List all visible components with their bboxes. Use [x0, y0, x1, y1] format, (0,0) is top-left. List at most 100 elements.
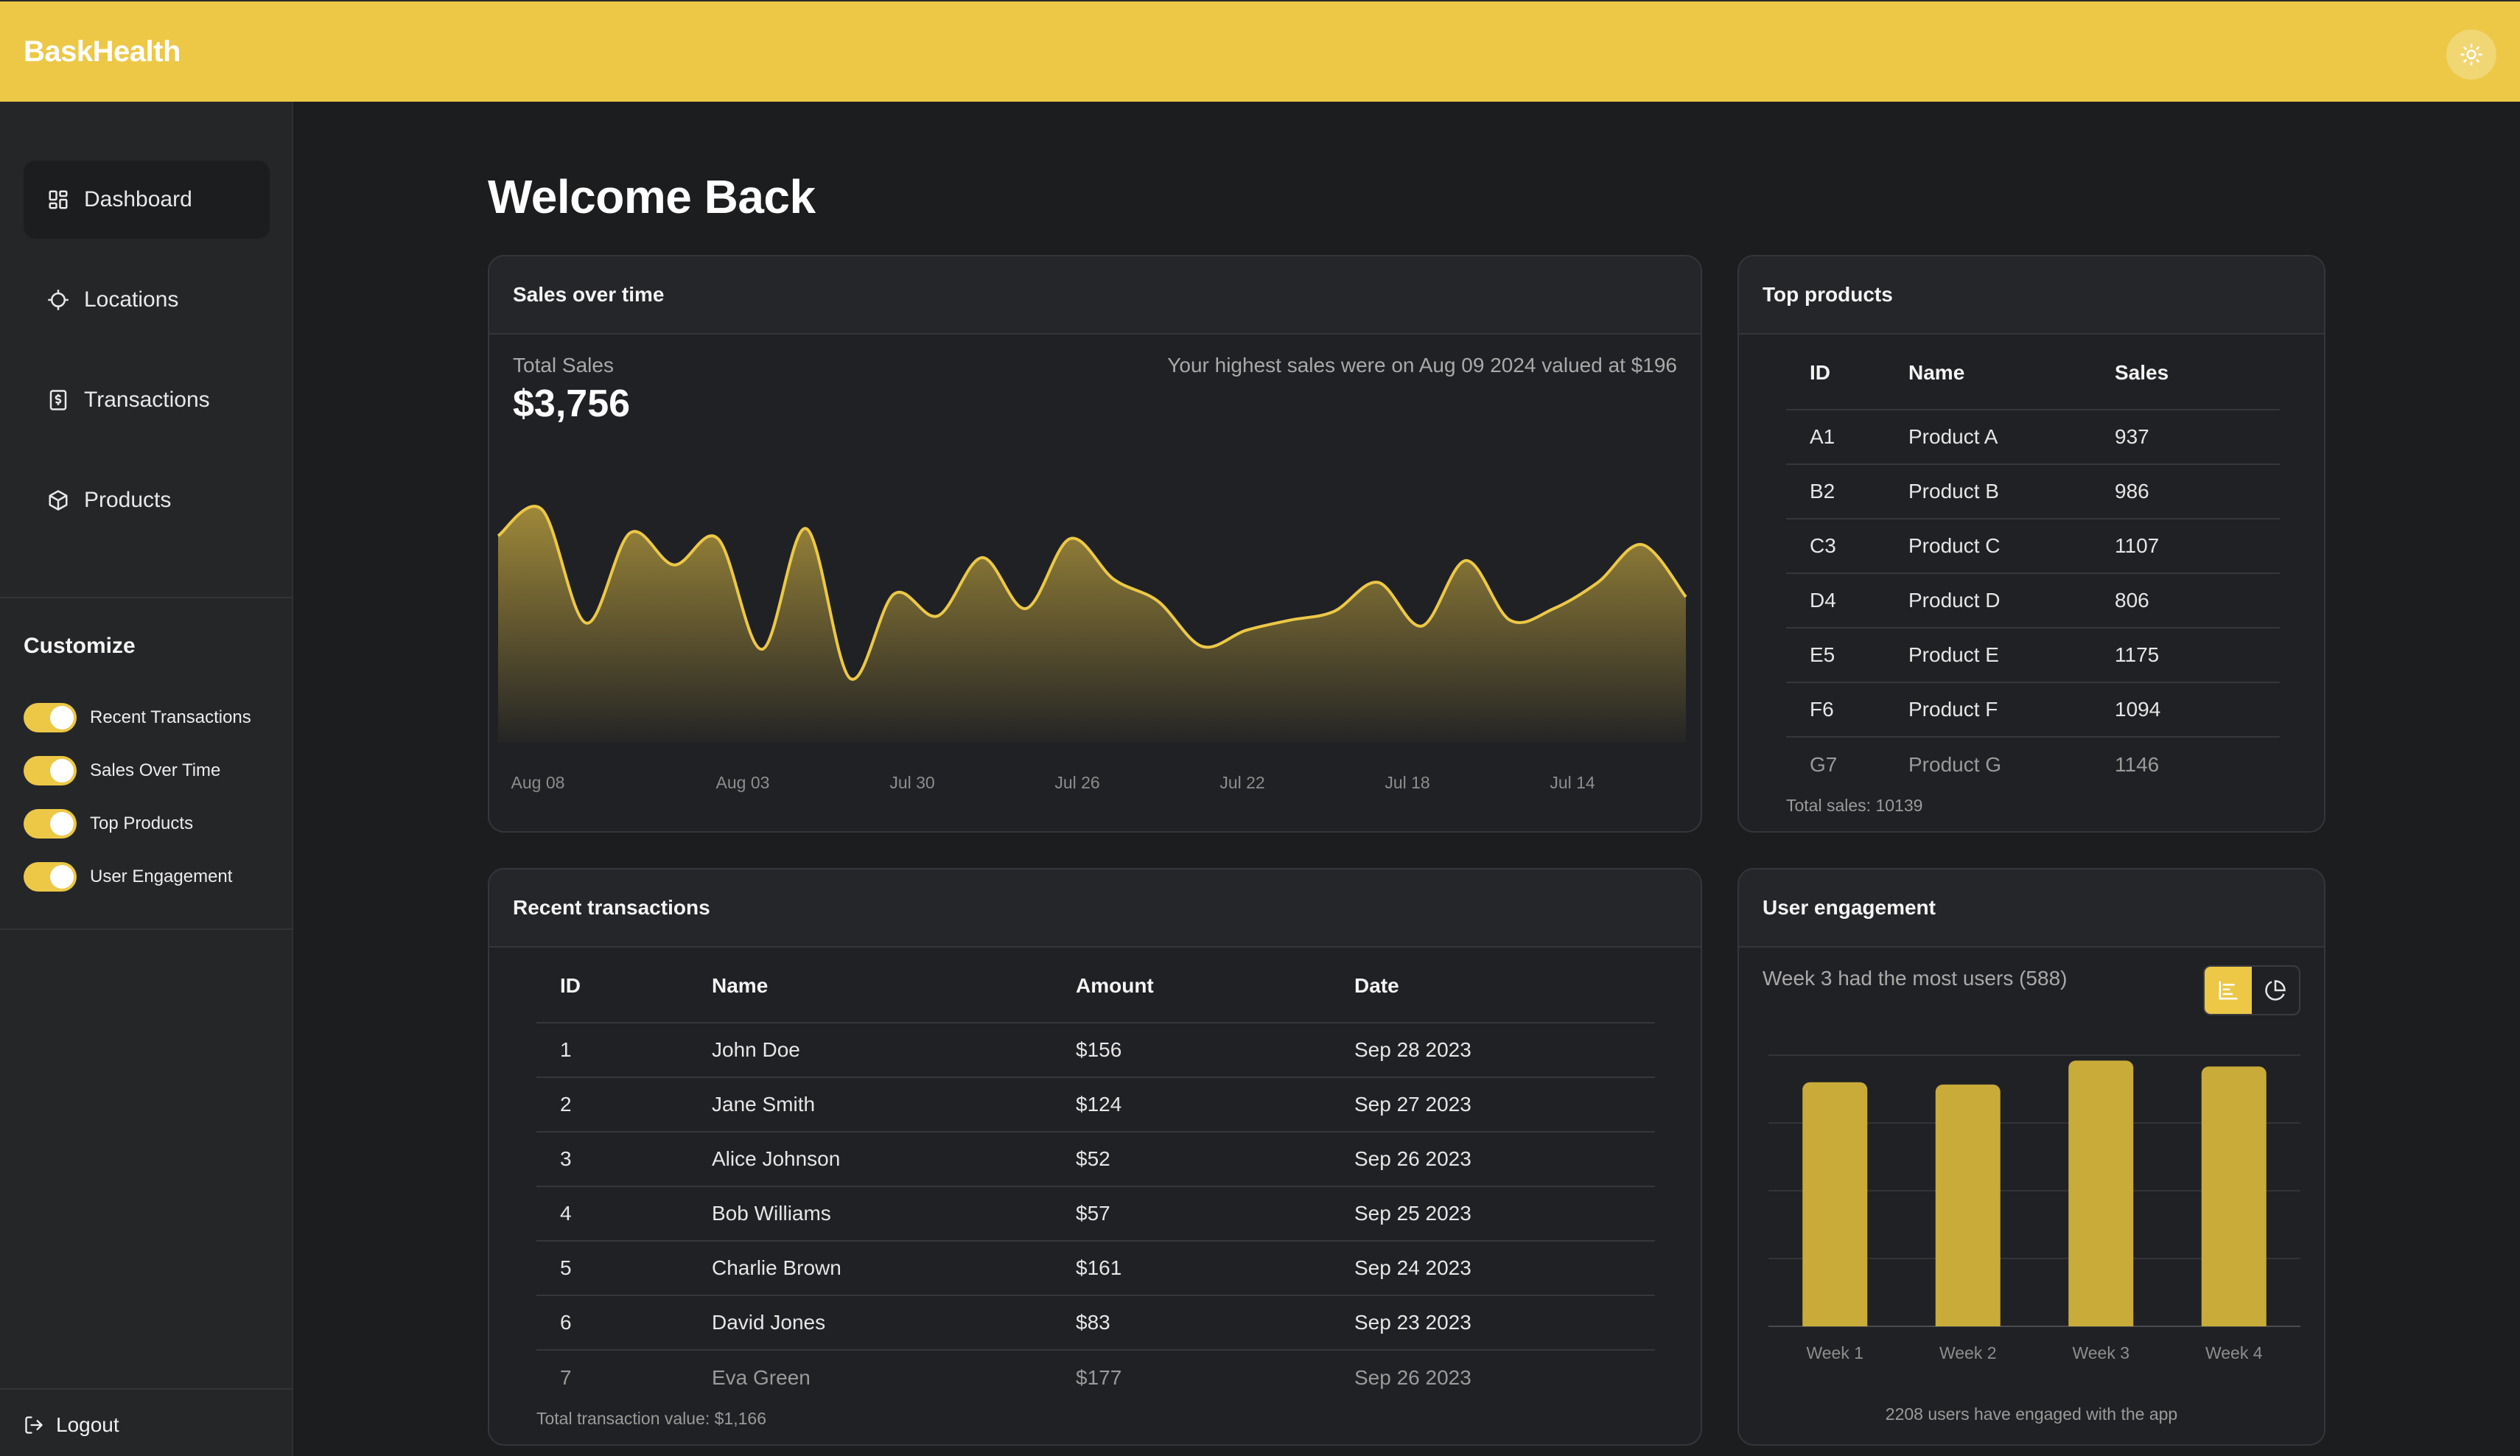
bar-chart-view-button[interactable] — [2205, 967, 2252, 1014]
engagement-bar[interactable] — [1802, 1082, 1868, 1326]
x-tick-label: Jul 18 — [1385, 773, 1429, 792]
brand-logo[interactable]: BaskHealth — [24, 35, 181, 69]
cell-name: Product E — [1908, 628, 2115, 683]
toggle-switch[interactable] — [24, 756, 77, 785]
sidebar-item-transactions[interactable]: Transactions — [24, 361, 270, 439]
toggle-label: Recent Transactions — [90, 707, 251, 727]
sales-area-fill — [498, 506, 1686, 743]
table-header-row: ID Name Amount Date — [536, 949, 1655, 1023]
column-header-name: Name — [1908, 336, 2115, 410]
sales-over-time-card: Sales over time Total Sales $3,756 Your … — [488, 255, 1702, 833]
total-sales-label: Total Sales — [513, 354, 614, 377]
engagement-bar[interactable] — [2201, 1066, 2267, 1326]
recent-transactions-card: Recent transactions ID Name Amount Date … — [488, 868, 1702, 1446]
sidebar-item-products[interactable]: Products — [24, 461, 270, 539]
cell-date: Sep 26 2023 — [1354, 1365, 1471, 1389]
box-icon — [49, 490, 68, 511]
toggle-switch[interactable] — [24, 862, 77, 892]
sidebar-divider — [0, 928, 293, 930]
table-row[interactable]: E5 Product E 1175 — [1786, 628, 2280, 683]
cell-name: David Jones — [712, 1295, 1076, 1351]
chart-view-toggle — [2203, 965, 2300, 1015]
crosshair-icon — [48, 290, 69, 310]
cell-date: Sep 25 2023 — [1354, 1186, 1655, 1242]
cell-date: Sep 26 2023 — [1354, 1132, 1655, 1187]
cell-amount: $83 — [1076, 1295, 1354, 1351]
sidebar-divider — [0, 597, 293, 598]
cell-name: Bob Williams — [712, 1186, 1076, 1242]
user-engagement-bar-chart: Week 1 Week 2 Week 3 Week 4 — [1768, 1054, 2300, 1362]
cell-sales: 806 — [2115, 573, 2280, 629]
x-tick-label: Week 2 — [1939, 1343, 1997, 1362]
bar-chart-icon — [2219, 981, 2238, 1000]
toggle-label: Sales Over Time — [90, 760, 221, 780]
x-tick-label: Aug 08 — [511, 773, 565, 792]
top-products-card: Top products ID Name Sales A1 Product A 93… — [1737, 255, 2325, 833]
sun-icon — [2460, 43, 2482, 66]
cell-name: Charlie Brown — [712, 1241, 1076, 1296]
column-header-name: Name — [712, 949, 1076, 1023]
table-row[interactable]: 6 David Jones $83 Sep 23 2023 — [536, 1295, 1655, 1351]
cell-name: Product B — [1908, 464, 2115, 519]
table-row[interactable]: 5 Charlie Brown $161 Sep 24 2023 — [536, 1241, 1655, 1296]
cell-id: 5 — [536, 1241, 712, 1296]
x-tick-label: Jul 26 — [1054, 773, 1099, 792]
cell-id: 6 — [536, 1295, 712, 1351]
cell-date: Sep 27 2023 — [1354, 1077, 1655, 1133]
table-row[interactable]: C3 Product C 1107 — [1786, 519, 2280, 574]
card-title: Recent transactions — [489, 869, 1701, 948]
table-row[interactable]: 4 Bob Williams $57 Sep 25 2023 — [536, 1186, 1655, 1242]
cell-id: C3 — [1786, 519, 1908, 574]
dashboard-grid-icon — [49, 190, 68, 209]
table-row[interactable]: 2 Jane Smith $124 Sep 27 2023 — [536, 1077, 1655, 1133]
sidebar-item-locations[interactable]: Locations — [24, 261, 270, 339]
table-row[interactable]: F6 Product F 1094 — [1786, 682, 2280, 738]
x-tick-label: Week 1 — [1806, 1343, 1863, 1362]
sidebar-item-label: Locations — [84, 287, 179, 312]
pie-chart-view-button[interactable] — [2252, 967, 2299, 1014]
page-title: Welcome Back — [488, 170, 816, 223]
cell-name: Product D — [1908, 573, 2115, 629]
table-row[interactable]: D4 Product D 806 — [1786, 573, 2280, 629]
cell-id: 1 — [536, 1023, 712, 1078]
toggle-recent-transactions[interactable]: Recent Transactions — [24, 703, 251, 732]
column-header-id: ID — [536, 949, 712, 1023]
table-row[interactable]: 7 Eva Green $177 Sep 26 2023 — [536, 1350, 1655, 1404]
table-row[interactable]: G7 Product G 1146 — [1786, 737, 2280, 791]
toggle-switch[interactable] — [24, 809, 77, 839]
cell-id: 4 — [536, 1186, 712, 1242]
sidebar-item-dashboard[interactable]: Dashboard — [24, 161, 270, 239]
toggle-user-engagement[interactable]: User Engagement — [24, 862, 232, 892]
toggle-sales-over-time[interactable]: Sales Over Time — [24, 756, 220, 785]
sales-highlight-text: Your highest sales were on Aug 09 2024 v… — [1167, 354, 1677, 377]
card-title: Top products — [1739, 256, 2324, 335]
cell-name: John Doe — [712, 1023, 1076, 1078]
cell-name: Jane Smith — [712, 1077, 1076, 1133]
cell-amount: $124 — [1076, 1077, 1354, 1133]
table-row[interactable]: B2 Product B 986 — [1786, 464, 2280, 519]
x-tick-label: Week 4 — [2205, 1343, 2263, 1362]
engagement-headline: Week 3 had the most users (588) — [1763, 967, 2068, 990]
engagement-bar-base — [2068, 1319, 2134, 1326]
card-title: User engagement — [1739, 869, 2324, 948]
engagement-bar[interactable] — [2068, 1060, 2134, 1326]
cell-name: Product F — [1908, 682, 2115, 738]
table-row[interactable]: 3 Alice Johnson $52 Sep 26 2023 — [536, 1132, 1655, 1187]
table-row[interactable]: 1 John Doe $156 Sep 28 2023 — [536, 1023, 1655, 1078]
top-products-table: ID Name Sales A1 Product A 937 B2 Product B… — [1786, 336, 2280, 791]
cell-name: Alice Johnson — [712, 1132, 1076, 1187]
theme-toggle-button[interactable] — [2446, 29, 2496, 80]
engagement-bar[interactable] — [1935, 1084, 2001, 1326]
cell-sales: 937 — [2115, 410, 2280, 465]
cell-date: Sep 28 2023 — [1354, 1023, 1655, 1078]
card-title: Sales over time — [489, 256, 1701, 335]
cell-sales: 1094 — [2115, 682, 2280, 738]
toggle-label: Top Products — [90, 813, 194, 833]
engagement-footnote: 2208 users have engaged with the app — [1885, 1404, 2178, 1424]
toggle-top-products[interactable]: Top Products — [24, 809, 193, 839]
toggle-switch[interactable] — [24, 703, 77, 732]
logout-button[interactable]: Logout — [24, 1413, 119, 1437]
cell-name: Product C — [1908, 519, 2115, 574]
x-tick-label: Aug 03 — [716, 773, 770, 792]
table-row[interactable]: A1 Product A 937 — [1786, 410, 2280, 465]
